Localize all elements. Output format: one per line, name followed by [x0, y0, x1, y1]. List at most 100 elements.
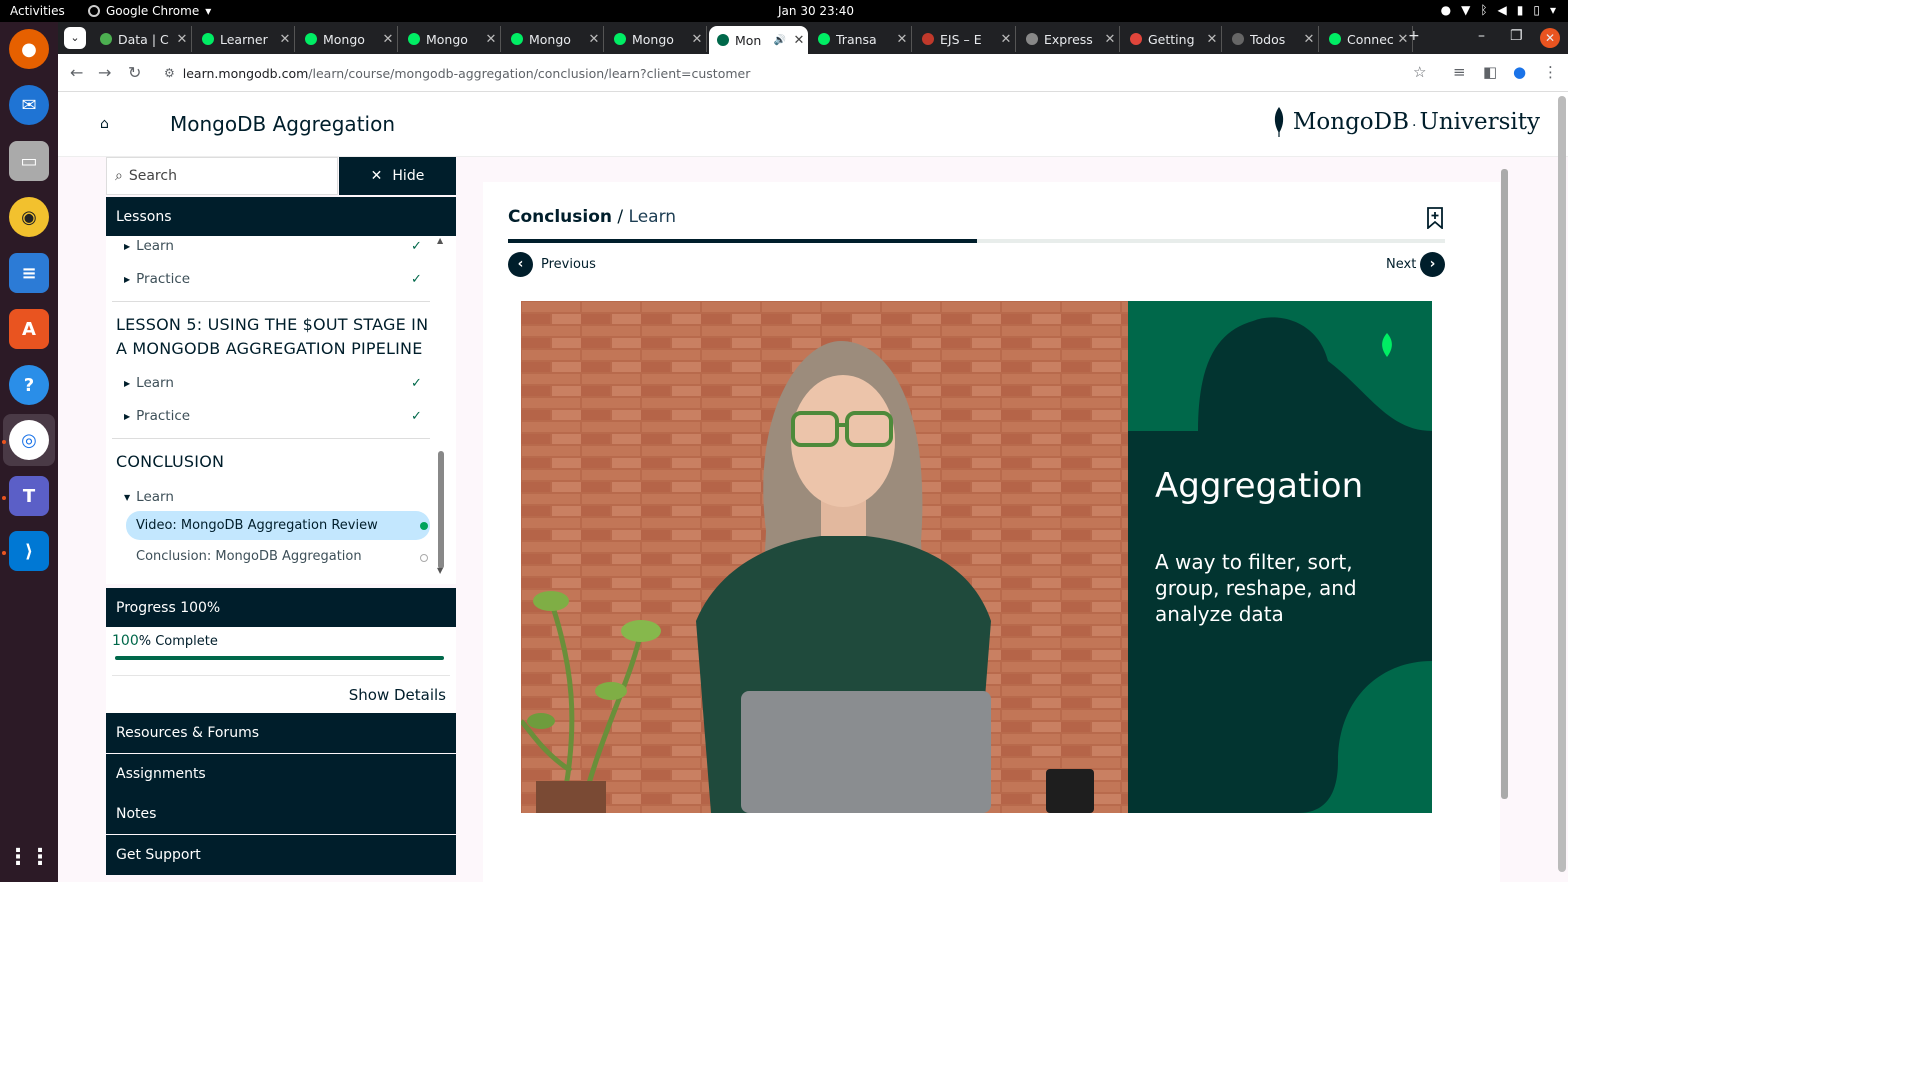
help-icon[interactable]: ? [9, 365, 49, 405]
tab-close-icon[interactable]: ✕ [379, 32, 397, 47]
page-scrollbar-thumb[interactable] [1558, 96, 1566, 872]
tab-audio-icon[interactable]: 🔊 [774, 35, 786, 46]
tab-search-button[interactable]: ⌄ [64, 27, 86, 49]
browser-tab[interactable]: Mongo ✕ [400, 26, 501, 52]
browser-tab[interactable]: Connec ✕ [1321, 26, 1413, 52]
previous-button[interactable]: Previous [541, 257, 596, 272]
teams-icon[interactable]: T [9, 476, 49, 516]
video-player[interactable]: Aggregation A way to filter, sort, group… [521, 301, 1432, 813]
lesson-item-practice[interactable]: ▶ Practice [124, 271, 190, 287]
volume-icon[interactable]: ◀ [1498, 3, 1507, 17]
tab-close-icon[interactable]: ✕ [997, 32, 1015, 47]
lesson-5-learn[interactable]: ▶ Learn [124, 375, 174, 391]
browser-tab[interactable]: Learner ✕ [194, 26, 295, 52]
browser-tab[interactable]: Todos ✕ [1224, 26, 1319, 52]
tab-close-icon[interactable]: ✕ [1203, 32, 1221, 47]
site-info-icon[interactable]: ⚙ [164, 66, 175, 80]
app-grid-icon[interactable]: ⋮⋮ [7, 837, 51, 877]
show-details-link[interactable]: Show Details [106, 681, 456, 713]
tab-close-icon[interactable]: ✕ [893, 32, 911, 47]
lesson-5-practice[interactable]: ▶ Practice [124, 408, 190, 424]
profile-avatar-icon[interactable]: ● [1513, 63, 1526, 81]
section-get-support[interactable]: Get Support [106, 835, 456, 875]
address-bar[interactable]: ⚙ learn.mongodb.com/learn/course/mongodb… [156, 59, 1436, 87]
previous-arrow-icon[interactable]: ‹ [508, 252, 533, 277]
next-arrow-icon[interactable]: › [1420, 252, 1445, 277]
power-menu-icon[interactable]: ▾ [1550, 3, 1556, 17]
chrome-icon[interactable]: ◎ [9, 420, 49, 460]
rhythmbox-icon[interactable]: ◉ [9, 197, 49, 237]
writer-icon[interactable]: ≡ [9, 253, 49, 293]
teams-tray-icon[interactable]: ● [1441, 3, 1451, 17]
tab-close-icon[interactable]: ✕ [276, 32, 294, 47]
scroll-up-arrow-icon[interactable]: ▲ [437, 236, 443, 245]
progress-header[interactable]: Progress 100% [106, 588, 456, 628]
bluetooth-icon[interactable]: ᛒ [1480, 3, 1487, 17]
page-content: ⌂ MongoDB Aggregation MongoDB. Universit… [58, 92, 1568, 882]
reload-icon[interactable]: ↻ [128, 63, 141, 82]
browser-tab[interactable]: Transa ✕ [810, 26, 912, 52]
course-title: MongoDB Aggregation [170, 112, 395, 136]
files-icon[interactable]: ▭ [9, 141, 49, 181]
firefox-icon[interactable]: ● [9, 29, 49, 69]
vscode-icon[interactable]: ⟩ [9, 531, 49, 571]
clock[interactable]: Jan 30 23:40 [778, 4, 854, 18]
conclusion-learn[interactable]: ▼ Learn [124, 489, 174, 505]
lessons-scrollbar[interactable]: ▲ ▼ [436, 236, 446, 576]
section-assignments[interactable]: Assignments [106, 754, 456, 794]
lessons-header[interactable]: Lessons [106, 197, 456, 237]
tab-close-icon[interactable]: ✕ [482, 32, 500, 47]
scrollbar-thumb[interactable] [438, 451, 444, 569]
bookmark-star-icon[interactable]: ☆ [1413, 63, 1426, 81]
thunderbird-icon[interactable]: ✉ [9, 85, 49, 125]
tab-close-icon[interactable]: ✕ [1300, 32, 1318, 47]
scroll-down-arrow-icon[interactable]: ▼ [437, 566, 443, 575]
browser-tab[interactable]: Mongo ✕ [503, 26, 604, 52]
software-center-icon[interactable]: A [9, 309, 49, 349]
tab-close-icon[interactable]: ✕ [585, 32, 603, 47]
back-arrow-icon[interactable]: ← [70, 63, 83, 82]
page-scrollbar[interactable] [1556, 92, 1568, 882]
browser-tab[interactable]: Express ✕ [1018, 26, 1120, 52]
minimize-button[interactable]: – [1478, 28, 1485, 44]
browser-tab[interactable]: Mongo ✕ [606, 26, 707, 52]
tab-close-icon[interactable]: ✕ [688, 32, 706, 47]
tab-favicon-icon [717, 34, 729, 46]
browser-tab[interactable]: Mon 🔊 ✕ [709, 26, 808, 54]
mic-icon[interactable]: ▮ [1517, 3, 1524, 17]
mongodb-university-logo[interactable]: MongoDB. University [1273, 107, 1540, 137]
battery-icon[interactable]: ▯ [1533, 3, 1540, 17]
app-menu[interactable]: Google Chrome ▾ [88, 4, 211, 18]
section-notes[interactable]: Notes [106, 794, 456, 834]
tab-close-icon[interactable]: ✕ [1101, 32, 1119, 47]
next-button[interactable]: Next [1386, 257, 1416, 272]
browser-tab[interactable]: Getting ✕ [1122, 26, 1222, 52]
browser-tab[interactable]: EJS – E ✕ [914, 26, 1016, 52]
lesson-item-learn[interactable]: ▶ Learn [124, 238, 174, 254]
activities-button[interactable]: Activities [10, 4, 65, 18]
progress-text: 100% Complete [112, 633, 218, 649]
tab-close-icon[interactable]: ✕ [173, 32, 191, 47]
mongodb-leaf-icon [1274, 107, 1283, 137]
restore-button[interactable]: ❐ [1510, 28, 1523, 44]
content-scrollbar-thumb[interactable] [1501, 169, 1508, 799]
hide-sidebar-button[interactable]: ✕ Hide [339, 157, 456, 195]
new-tab-button[interactable]: + [1408, 28, 1420, 44]
active-lesson-item[interactable]: Video: MongoDB Aggregation Review [126, 511, 430, 540]
chrome-menu-icon[interactable]: ⋮ [1543, 63, 1558, 81]
wifi-icon[interactable]: ▼ [1461, 3, 1470, 17]
forward-arrow-icon[interactable]: → [98, 63, 111, 82]
tab-close-icon[interactable]: ✕ [790, 33, 808, 48]
system-tray[interactable]: ● ▼ ᛒ ◀ ▮ ▯ ▾ [1441, 3, 1556, 17]
browser-tab[interactable]: Data | C ✕ [92, 26, 192, 52]
home-icon[interactable]: ⌂ [100, 116, 116, 132]
search-input[interactable]: ⌕ Search [106, 157, 338, 195]
browser-tab[interactable]: Mongo ✕ [297, 26, 398, 52]
media-control-icon[interactable]: ≡ [1453, 63, 1466, 81]
section-resources-forums[interactable]: Resources & Forums [106, 713, 456, 753]
close-window-button[interactable]: ✕ [1540, 28, 1560, 48]
side-panel-icon[interactable]: ◧ [1483, 63, 1497, 81]
pending-lesson-item[interactable]: Conclusion: MongoDB Aggregation [136, 549, 362, 564]
bookmark-add-icon[interactable] [1427, 207, 1443, 229]
content-scrollbar[interactable] [1498, 157, 1510, 882]
